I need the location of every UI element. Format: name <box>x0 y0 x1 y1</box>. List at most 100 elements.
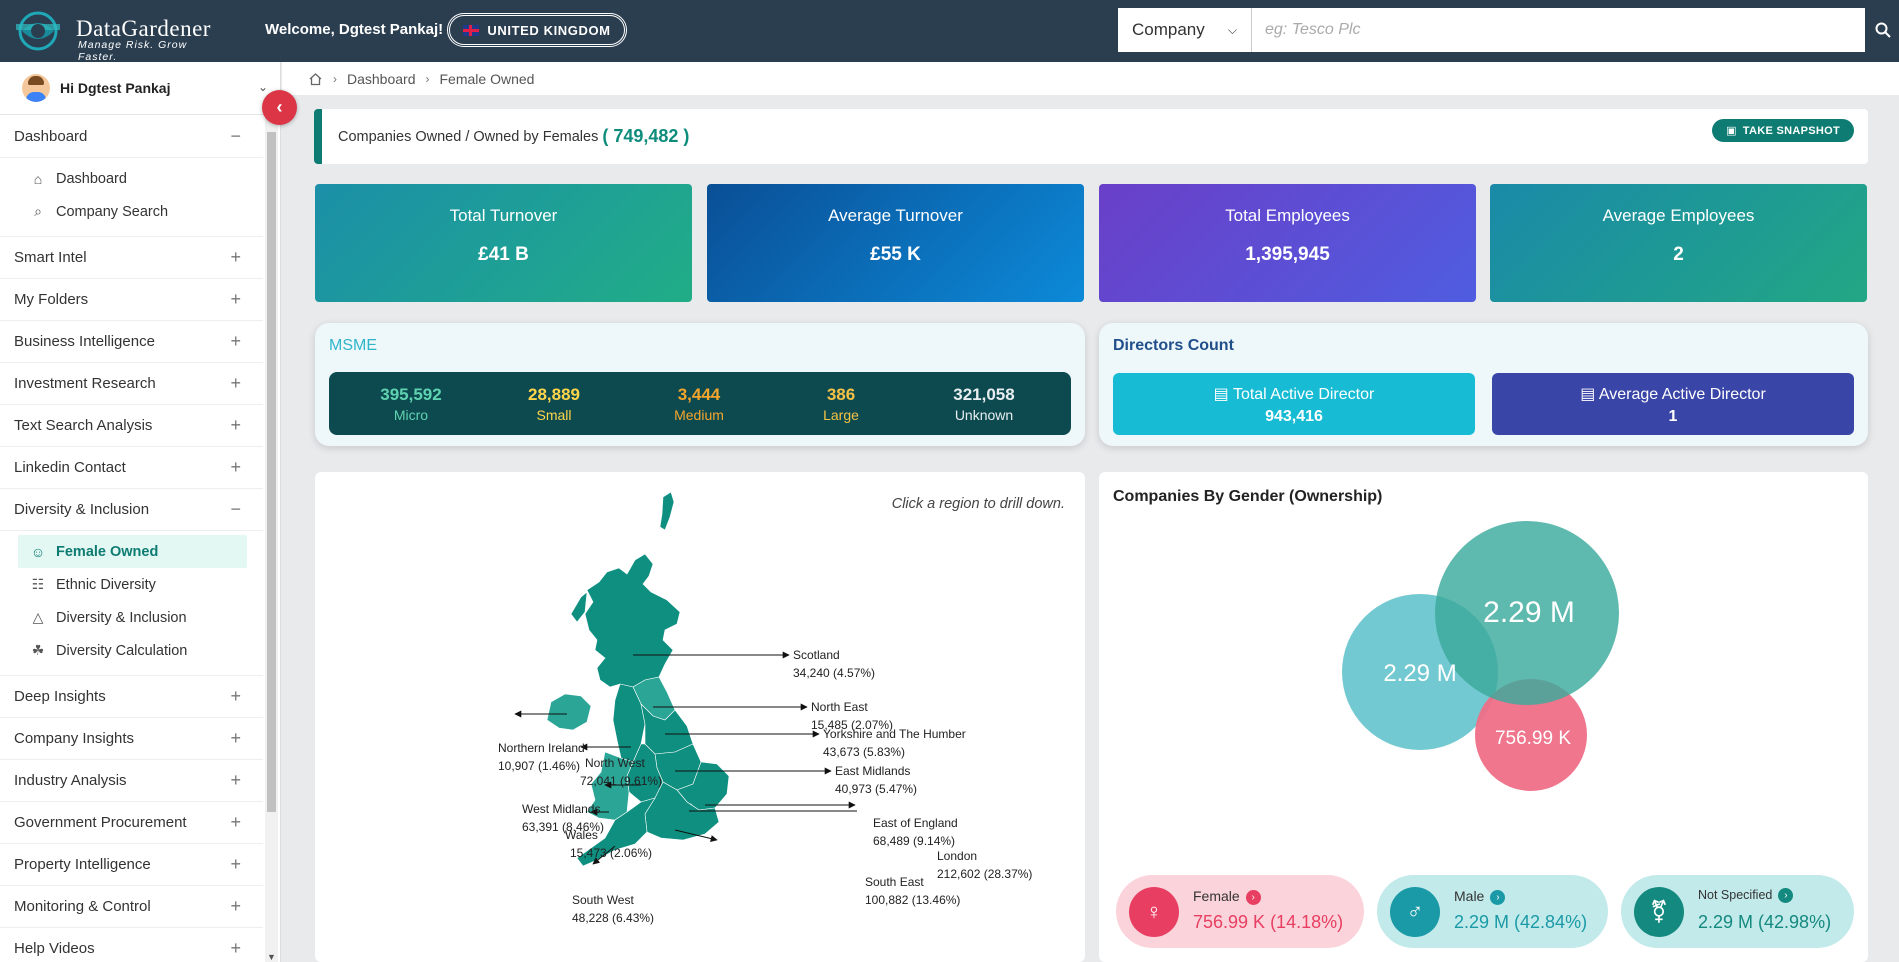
logo-tagline: Manage Risk. Grow Faster. <box>78 39 188 63</box>
gender-pill-female[interactable]: ♀ Female › 756.99 K (14.18%) <box>1116 875 1364 948</box>
map-region-scotland[interactable] <box>570 553 681 688</box>
sidebar-group-deep-insights[interactable]: Deep Insights + <box>0 676 263 718</box>
msme-label: Unknown <box>954 407 1014 423</box>
sidebar-item-diversity-calculation[interactable]: ☘ Diversity Calculation <box>0 634 263 667</box>
sidebar-scrollbar[interactable]: ▼ <box>265 118 278 962</box>
logo-globe-icon <box>16 11 60 51</box>
female-owner-icon: ☺ <box>30 543 46 560</box>
sidebar-item-ethnic-diversity[interactable]: ☷ Ethnic Diversity <box>0 568 263 601</box>
msme-micro[interactable]: 395,592 Micro <box>351 385 471 423</box>
map-value-wales: 15,473 (2.06%) <box>570 846 652 860</box>
sidebar-group-smart-intel[interactable]: Smart Intel + <box>0 237 263 279</box>
msme-value: 321,058 <box>953 385 1015 404</box>
pill-label: Male <box>1454 888 1485 904</box>
chevron-down-icon: ⌄ <box>257 80 268 94</box>
chevron-right-circle-icon[interactable]: › <box>1778 888 1794 904</box>
chevron-right-circle-icon[interactable]: › <box>1490 889 1506 905</box>
network-people-icon: △ <box>32 609 44 625</box>
home-icon[interactable] <box>308 72 323 86</box>
logo[interactable]: DataGardener Manage Risk. Grow Faster. <box>14 10 224 63</box>
map-label-scotland: Scotland <box>793 648 840 662</box>
map-label-south-east: South East <box>865 875 924 889</box>
sidebar-group-label: Monitoring & Control <box>14 898 151 915</box>
sidebar-group-label: Diversity & Inclusion <box>14 501 150 518</box>
average-active-director-card[interactable]: ▤ Average Active Director 1 <box>1492 373 1854 435</box>
sidebar-group-company-insights[interactable]: Company Insights + <box>0 718 263 760</box>
sidebar-group-property-intelligence[interactable]: Property Intelligence + <box>0 844 263 886</box>
bubble-female-label: 756.99 K <box>1495 728 1571 749</box>
top-bar: DataGardener Manage Risk. Grow Faster. W… <box>0 0 1899 63</box>
sidebar-item-female-owned[interactable]: ☺ Female Owned <box>18 535 247 568</box>
cluster-icon: ☘ <box>31 642 45 658</box>
sidebar-group-business-intelligence[interactable]: Business Intelligence + <box>0 321 263 363</box>
pill-value: 2.29 M (42.84%) <box>1454 912 1588 932</box>
sidebar-group-dashboard[interactable]: Dashboard − <box>0 116 263 158</box>
sidebar-item-dashboard[interactable]: ⌂ Dashboard <box>0 162 263 195</box>
sidebar-group-linkedin-contact[interactable]: Linkedin Contact + <box>0 447 263 489</box>
sidebar-group-label: Business Intelligence <box>14 333 155 350</box>
uk-flag-icon <box>463 24 480 36</box>
sidebar-group-investment-research[interactable]: Investment Research + <box>0 363 263 405</box>
stat-label: Average Turnover <box>828 206 963 225</box>
directors-count-panel: Directors Count ▤ Total Active Director … <box>1099 323 1868 446</box>
sidebar-item-diversity-inclusion[interactable]: △ Diversity & Inclusion <box>0 601 263 634</box>
msme-value: 3,444 <box>677 385 721 404</box>
total-active-director-card[interactable]: ▤ Total Active Director 943,416 <box>1113 373 1475 435</box>
sidebar-group-industry-analysis[interactable]: Industry Analysis + <box>0 760 263 802</box>
welcome-text: Welcome, Dgtest Pankaj! <box>265 21 444 38</box>
msme-value: 386 <box>826 385 856 404</box>
search-icon: ⌕ <box>34 203 42 219</box>
gender-pill-not-specified[interactable]: ⚧ Not Specified › 2.29 M (42.98%) <box>1621 875 1854 948</box>
breadcrumb-dashboard-link[interactable]: Dashboard <box>347 71 416 87</box>
collapse-minus-icon: − <box>230 499 241 519</box>
search-button[interactable] <box>1866 8 1899 52</box>
scroll-down-arrow-icon[interactable]: ▼ <box>267 952 276 962</box>
stat-label: Total Employees <box>1225 206 1350 225</box>
msme-medium[interactable]: 3,444 Medium <box>639 385 759 423</box>
director-value: 943,416 <box>1265 408 1323 425</box>
user-menu[interactable]: Hi Dgtest Pankaj ⌄ <box>0 62 280 115</box>
gender-pill-male[interactable]: ♂ Male › 2.29 M (42.84%) <box>1377 875 1608 948</box>
stat-value: £55 K <box>870 244 921 265</box>
main-content: Companies Owned / Owned by Females ( 749… <box>282 95 1899 962</box>
stat-value: £41 B <box>478 244 529 265</box>
search-type-value: Company <box>1132 20 1205 39</box>
map-label-yorkshire: Yorkshire and The Humber <box>823 727 966 741</box>
expand-plus-icon: + <box>230 373 241 393</box>
director-value: 1 <box>1668 408 1678 425</box>
msme-small[interactable]: 28,889 Small <box>494 385 614 423</box>
msme-label: Large <box>823 407 859 423</box>
map-value-northern-ireland: 10,907 (1.46%) <box>498 759 580 773</box>
search-icon <box>1875 22 1891 38</box>
take-snapshot-button[interactable]: ▣ TAKE SNAPSHOT <box>1712 119 1854 142</box>
page-title: Companies Owned / Owned by Females <box>338 128 599 145</box>
sidebar-collapse-button[interactable]: ‹ <box>262 90 297 125</box>
sidebar-group-my-folders[interactable]: My Folders + <box>0 279 263 321</box>
sidebar-item-label: Diversity Calculation <box>56 642 188 659</box>
chevron-right-circle-icon[interactable]: › <box>1245 889 1261 905</box>
map-region-shetland[interactable] <box>659 491 675 531</box>
home-icon: ⌂ <box>33 170 43 187</box>
search-type-select[interactable]: Company ⌵ <box>1118 8 1252 52</box>
sidebar-group-government-procurement[interactable]: Government Procurement + <box>0 802 263 844</box>
expand-plus-icon: + <box>230 770 241 790</box>
stat-value: 1,395,945 <box>1245 244 1330 265</box>
sidebar-group-label: Help Videos <box>14 940 95 957</box>
sidebar-group-label: Linkedin Contact <box>14 459 126 476</box>
expand-plus-icon: + <box>230 415 241 435</box>
country-selector-button[interactable]: UNITED KINGDOM <box>447 13 627 47</box>
sidebar-group-label: Dashboard <box>14 128 88 145</box>
company-search-input[interactable] <box>1252 8 1865 52</box>
sidebar-group-diversity-inclusion[interactable]: Diversity & Inclusion − <box>0 489 263 531</box>
scrollbar-thumb[interactable] <box>267 132 276 812</box>
expand-plus-icon: + <box>230 289 241 309</box>
expand-plus-icon: + <box>230 247 241 267</box>
sidebar: Hi Dgtest Pankaj ⌄ Dashboard − ⌂ Dashboa… <box>0 62 281 962</box>
map-region-northern-ireland[interactable] <box>546 693 592 731</box>
sidebar-group-monitoring-control[interactable]: Monitoring & Control + <box>0 886 263 928</box>
sidebar-item-company-search[interactable]: ⌕ Company Search <box>0 195 263 228</box>
sidebar-group-text-search-analysis[interactable]: Text Search Analysis + <box>0 405 263 447</box>
msme-large[interactable]: 386 Large <box>781 385 901 423</box>
sidebar-group-help-videos[interactable]: Help Videos + <box>0 928 263 962</box>
msme-unknown[interactable]: 321,058 Unknown <box>924 385 1044 423</box>
